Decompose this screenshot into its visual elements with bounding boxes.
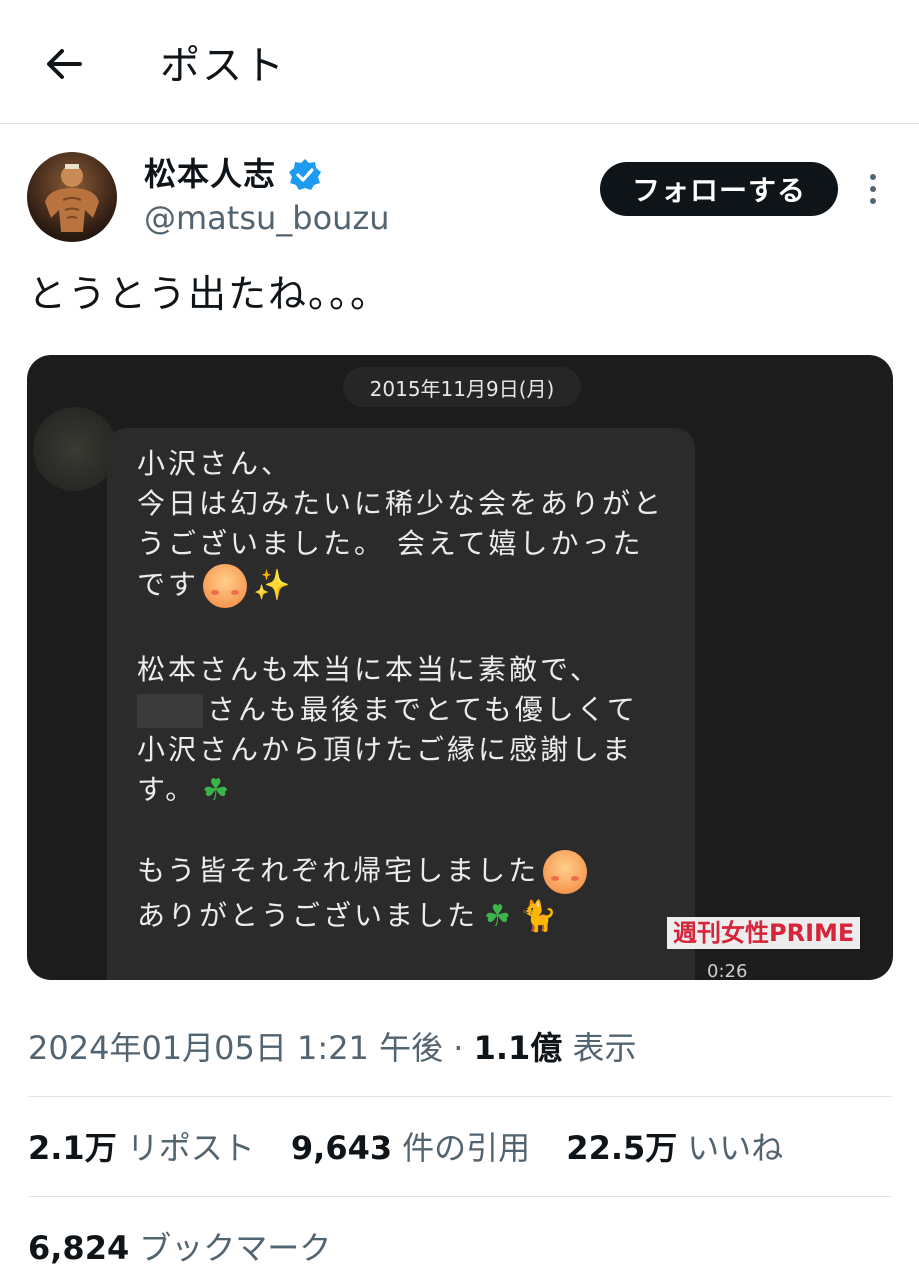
more-dot-icon	[870, 174, 876, 180]
reposts-stat[interactable]: 2.1万 リポスト	[28, 1124, 255, 1172]
bookmarks-count: 6,824	[28, 1229, 130, 1267]
views-count: 1.1億	[473, 1029, 563, 1067]
chat-message-bubble: 小沢さん、 今日は幻みたいに稀少な会をありがと うございました。 会えて嬉しかっ…	[107, 428, 695, 980]
user-handle[interactable]: @matsu_bouzu	[144, 196, 390, 240]
follow-button[interactable]: フォローする	[600, 162, 838, 216]
message-line: 今日は幻みたいに稀少な会をありがと	[137, 487, 665, 520]
divider	[28, 1096, 892, 1097]
blurred-avatar	[33, 407, 117, 491]
more-dot-icon	[870, 198, 876, 204]
more-options-button[interactable]	[858, 170, 888, 210]
engagement-stats: 2.1万 リポスト 9,643 件の引用 22.5万 いいね	[28, 1124, 809, 1172]
post-metadata: 2024年01月05日 1:21 午後 · 1.1億 表示	[28, 1024, 637, 1072]
message-line: 松本さんも本当に本当に素敵で、	[137, 653, 601, 686]
smiling-face-emoji-icon	[543, 850, 588, 894]
message-line: もう皆それぞれ帰宅しました	[137, 850, 695, 896]
likes-count: 22.5万	[566, 1129, 678, 1167]
reposts-label: リポスト	[126, 1129, 255, 1167]
more-dot-icon	[870, 186, 876, 192]
bookmarks-stat[interactable]: 6,824 ブックマーク	[28, 1224, 331, 1272]
post-text: とうとう出たね。。。	[28, 272, 391, 316]
media-watermark: 週刊女性PRIME	[667, 917, 861, 949]
redacted-name-block	[137, 694, 203, 728]
quotes-label: 件の引用	[402, 1129, 531, 1167]
smiling-face-emoji-icon	[203, 564, 248, 608]
quotes-stat[interactable]: 9,643 件の引用	[291, 1124, 530, 1172]
quotes-count: 9,643	[290, 1129, 393, 1167]
post-media-video[interactable]: 2015年11月9日(月) 小沢さん、 今日は幻みたいに稀少な会をありがと うご…	[27, 355, 893, 980]
cat-emoji-icon: 🐈	[519, 899, 561, 934]
back-button[interactable]	[40, 40, 88, 88]
message-line: です ✨	[137, 564, 695, 610]
message-line: す。 ☘	[137, 770, 695, 810]
message-line: 小沢さんから頂けたご縁に感謝しま	[137, 733, 634, 766]
four-leaf-clover-emoji-icon: ☘	[484, 899, 514, 934]
verified-badge-icon	[289, 159, 321, 190]
video-timecode: 0:26	[707, 961, 748, 980]
top-bar: ポスト	[0, 0, 919, 124]
chat-date-label: 2015年11月9日(月)	[343, 367, 581, 407]
avatar-figure-icon	[45, 164, 99, 232]
display-name[interactable]: 松本人志	[144, 152, 276, 196]
message-line: うございました。 会えて嬉しかった	[137, 527, 644, 560]
avatar[interactable]	[27, 152, 117, 242]
message-line: 小沢さん、	[137, 447, 293, 480]
message-line: ありがとうございました ☘ 🐈	[137, 896, 695, 936]
arrow-left-icon	[47, 49, 82, 79]
reposts-count: 2.1万	[28, 1129, 117, 1167]
page-title: ポスト	[160, 43, 286, 89]
sparkles-emoji-icon: ✨	[253, 568, 294, 603]
post-timestamp[interactable]: 2024年01月05日 1:21 午後	[28, 1029, 443, 1067]
divider	[28, 1196, 892, 1197]
likes-stat[interactable]: 22.5万 いいね	[566, 1124, 783, 1172]
likes-label: いいね	[687, 1129, 784, 1167]
views-label: 表示	[572, 1029, 637, 1067]
bookmarks-label: ブックマーク	[139, 1229, 332, 1267]
message-line: さんも最後までとても優しくて	[137, 690, 695, 730]
four-leaf-clover-emoji-icon: ☘	[202, 773, 233, 808]
meta-separator: ·	[453, 1029, 464, 1067]
